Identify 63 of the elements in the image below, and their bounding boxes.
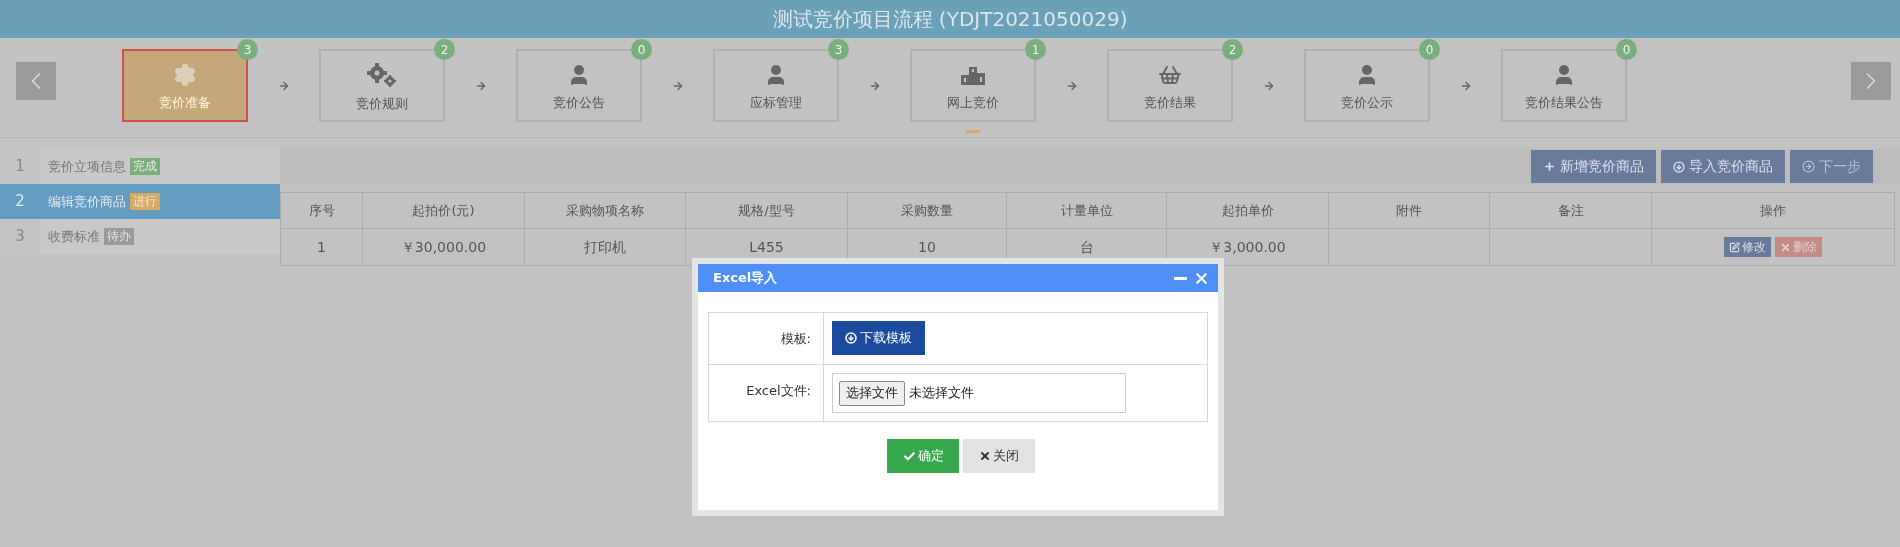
- sub-step-item[interactable]: 2 编辑竞价商品 进行: [0, 184, 280, 219]
- toolbar-button[interactable]: 下一步: [1790, 150, 1873, 183]
- field-label: 模板:: [780, 330, 811, 348]
- download-icon: [1673, 160, 1685, 173]
- step-label: 收费标准: [48, 227, 100, 246]
- table-cell: ￥30,000.00: [362, 229, 524, 265]
- column-header: 起拍单价: [1166, 193, 1328, 228]
- column-header: 备注: [1489, 193, 1651, 228]
- table-cell-text: 1: [316, 237, 327, 257]
- status-tag: 进行: [130, 193, 160, 210]
- close-dialog-button[interactable]: 关闭: [963, 439, 1035, 473]
- arrow-icon: [474, 79, 487, 92]
- close-icon: [979, 450, 991, 462]
- arrow-icon: [277, 79, 290, 92]
- check-icon: [902, 449, 916, 463]
- step-number: 1: [0, 149, 40, 184]
- count-badge: 3: [237, 39, 258, 60]
- column-header: 采购数量: [847, 193, 1006, 228]
- arrow-icon: [1065, 79, 1078, 92]
- arrow-icon: [671, 79, 684, 92]
- count-badge: 1: [1025, 39, 1046, 60]
- plus-icon: [1543, 160, 1556, 173]
- count-badge: 2: [1222, 39, 1243, 60]
- column-header: 规格/型号: [685, 193, 847, 228]
- file-name: 未选择文件: [909, 384, 974, 403]
- choose-file-button[interactable]: 选择文件: [839, 380, 905, 406]
- step-label: 编辑竞价商品: [48, 192, 126, 211]
- column-header: 序号: [307, 201, 336, 220]
- status-tag: 完成: [130, 158, 160, 175]
- page-title: 测试竞价项目流程 (YDJT2021050029): [772, 6, 1128, 33]
- step-label: 竞价立项信息: [48, 157, 126, 176]
- column-header: 起拍价(元): [362, 193, 524, 228]
- toolbar-button[interactable]: 新增竞价商品: [1531, 150, 1656, 183]
- sub-step-item[interactable]: 3 收费标准 待办: [0, 219, 280, 254]
- field-label: Excel文件:: [746, 382, 811, 400]
- minimize-icon: [1174, 276, 1187, 280]
- minimize-button[interactable]: [1174, 276, 1187, 280]
- edit-icon: [1729, 241, 1740, 253]
- gears-icon: [366, 61, 398, 88]
- count-badge: 0: [631, 39, 652, 60]
- status-tag: 待办: [104, 228, 134, 245]
- count-badge: 0: [1419, 39, 1440, 60]
- sub-step-item[interactable]: 1 竞价立项信息 完成: [0, 149, 280, 184]
- step-number: 3: [0, 219, 40, 254]
- file-input[interactable]: 选择文件 未选择文件: [832, 373, 1126, 413]
- count-badge: 3: [828, 39, 849, 60]
- download-button[interactable]: 下载模板: [832, 321, 925, 355]
- column-header: 操作: [1651, 193, 1894, 228]
- close-icon: [1780, 241, 1791, 253]
- column-header: 附件: [1328, 193, 1489, 228]
- edit-button[interactable]: 修改: [1724, 237, 1771, 257]
- count-badge: 2: [434, 39, 455, 60]
- confirm-button[interactable]: 确定: [887, 439, 959, 473]
- count-badge: 0: [1616, 39, 1637, 60]
- dialog-title: Excel导入: [713, 269, 778, 288]
- arrow-icon: [1262, 79, 1275, 92]
- arrow-icon: [1459, 79, 1472, 92]
- table-cell: 打印机: [524, 229, 685, 265]
- arrow-icon: [868, 79, 881, 92]
- toolbar-button[interactable]: 导入竞价商品: [1661, 150, 1785, 183]
- column-header: 计量单位: [1006, 193, 1166, 228]
- column-header: 采购物项名称: [524, 193, 685, 228]
- download-icon: [845, 332, 857, 344]
